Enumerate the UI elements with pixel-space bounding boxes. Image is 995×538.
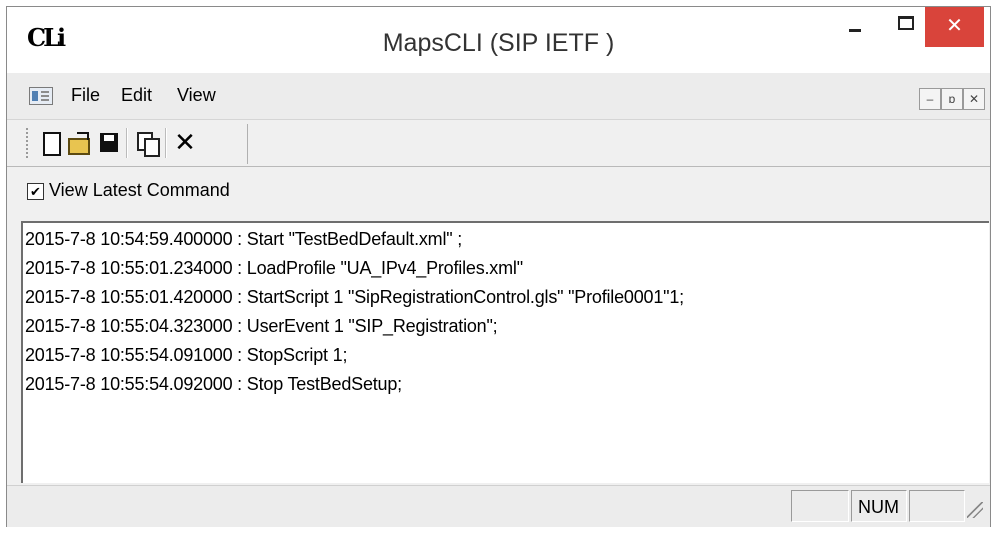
command-log[interactable]: 2015-7-8 10:54:59.400000 : Start "TestBe…	[21, 221, 989, 483]
menu-edit[interactable]: Edit	[121, 85, 152, 106]
close-icon: ✕	[946, 15, 963, 37]
document-menu-icon[interactable]	[29, 87, 53, 105]
log-line: 2015-7-8 10:55:01.420000 : StartScript 1…	[25, 287, 684, 307]
save-icon[interactable]	[97, 130, 121, 156]
toolbar-grip[interactable]	[26, 128, 31, 158]
status-bar: NUM	[7, 485, 990, 527]
open-folder-icon[interactable]	[67, 130, 91, 156]
toolbar-edge	[247, 124, 248, 164]
toolbar-separator	[165, 128, 167, 158]
app-window: CLi MapsCLI (SIP IETF ) ✕ File Edit View…	[6, 6, 991, 527]
menu-file[interactable]: File	[71, 85, 100, 106]
resize-grip-icon[interactable]	[967, 502, 983, 518]
copy-icon[interactable]	[135, 130, 160, 157]
toolbar: ✕	[7, 120, 990, 167]
child-minimize-button[interactable]: –	[919, 88, 941, 110]
options-bar: ✔ View Latest Command	[7, 170, 990, 214]
view-latest-label[interactable]: View Latest Command	[49, 180, 230, 201]
menu-view[interactable]: View	[177, 85, 216, 106]
view-latest-checkbox[interactable]: ✔	[27, 183, 44, 200]
num-lock-indicator: NUM	[851, 490, 907, 522]
log-line: 2015-7-8 10:55:04.323000 : UserEvent 1 "…	[25, 316, 498, 336]
menu-bar: File Edit View – ɒ ✕	[7, 73, 990, 120]
status-pane	[791, 490, 849, 522]
close-button[interactable]: ✕	[925, 7, 984, 47]
maximize-button[interactable]	[883, 7, 931, 47]
child-close-button[interactable]: ✕	[963, 88, 985, 110]
new-file-icon[interactable]	[39, 130, 63, 156]
log-line: 2015-7-8 10:55:54.091000 : StopScript 1;	[25, 345, 348, 365]
status-pane	[909, 490, 965, 522]
child-restore-button[interactable]: ɒ	[941, 88, 963, 110]
log-line: 2015-7-8 10:55:01.234000 : LoadProfile "…	[25, 258, 523, 278]
log-line: 2015-7-8 10:55:54.092000 : Stop TestBedS…	[25, 374, 402, 394]
log-line: 2015-7-8 10:54:59.400000 : Start "TestBe…	[25, 229, 463, 249]
title-bar[interactable]: CLi MapsCLI (SIP IETF ) ✕	[7, 7, 990, 73]
minimize-button[interactable]	[833, 7, 881, 47]
toolbar-separator	[126, 128, 128, 158]
delete-icon[interactable]: ✕	[173, 129, 197, 156]
